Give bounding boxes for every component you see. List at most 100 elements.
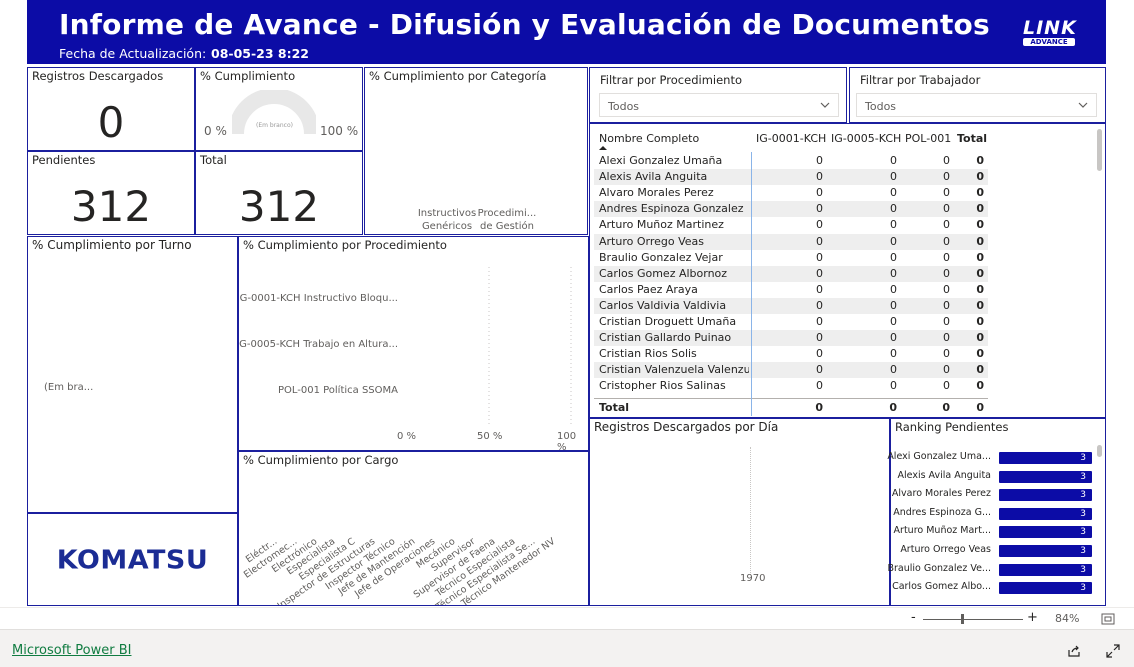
powerbi-viewer: Informe de Avance - Difusión y Evaluació…	[0, 0, 1134, 667]
table-row[interactable]: Cristian Rios Solis	[599, 347, 749, 360]
table-row[interactable]: Alvaro Morales Perez	[599, 186, 749, 199]
ranking-bar[interactable]: 3	[999, 545, 1092, 557]
cumplimiento-gauge-card[interactable]: % Cumplimiento (Em branco) 0 % 100 %	[195, 67, 363, 151]
pendientes-title: Pendientes	[32, 153, 96, 167]
total-cell: 0	[976, 401, 984, 414]
chevron-down-icon	[820, 102, 830, 108]
ranking-bar-value: 3	[1080, 546, 1086, 556]
cumplimiento-procedimiento-chart[interactable]: % Cumplimiento por Procedimiento IG-0001…	[238, 236, 589, 451]
table-row[interactable]: Arturo Orrego Veas	[599, 235, 749, 248]
table-cell: 0	[890, 154, 897, 167]
table-cell: 0	[816, 154, 823, 167]
table-cell: 0	[816, 347, 823, 361]
ranking-bar[interactable]: 3	[999, 582, 1092, 595]
procedimiento-bar-label: IG-0001-KCH Instructivo Bloqu...	[238, 293, 398, 304]
x-axis-tick: 50 %	[477, 431, 503, 442]
table-row[interactable]: Cristopher Rios Salinas	[599, 379, 749, 392]
ranking-bar[interactable]: 3	[999, 470, 1092, 483]
komatsu-logo: KOMATSU	[56, 545, 209, 576]
cumplimiento-turno-chart[interactable]: % Cumplimiento por Turno (Em bra...	[27, 236, 238, 513]
table-cell: 0	[890, 298, 897, 312]
total-value: 312	[238, 182, 320, 231]
cumplimiento-cargo-chart[interactable]: % Cumplimiento por Cargo Eléctr... Electr…	[238, 451, 589, 606]
table-cell: 0	[816, 363, 823, 377]
table-row[interactable]: Alexi Gonzalez Umaña	[599, 154, 749, 167]
table-cell: 0	[976, 315, 984, 328]
registros-por-dia-chart[interactable]: Registros Descargados por Día 1970	[589, 418, 890, 606]
zoom-slider-thumb[interactable]	[961, 614, 964, 624]
procedimiento-slicer-title: Filtrar por Procedimiento	[600, 73, 742, 87]
trabajador-slicer[interactable]: Filtrar por Trabajador Todos	[849, 67, 1106, 123]
table-row[interactable]: Cristian Valenzuela Valenzuela	[599, 363, 749, 376]
gauge-max-label: 100 %	[320, 124, 359, 138]
ranking-bar[interactable]: 3	[999, 489, 1092, 502]
pendientes-card[interactable]: Pendientes 312	[27, 151, 195, 235]
table-cell: 0	[890, 170, 897, 184]
report-canvas: Informe de Avance - Difusión y Evaluació…	[0, 0, 1134, 607]
registros-descargados-card[interactable]: Registros Descargados 0	[27, 67, 195, 151]
total-divider	[594, 398, 988, 399]
table-cell: 0	[976, 202, 984, 216]
table-cell: 0	[890, 347, 897, 361]
procedimiento-dropdown[interactable]: Todos	[599, 93, 839, 117]
table-row[interactable]: Cristian Droguett Umaña	[599, 315, 749, 328]
table-row[interactable]: Braulio Gonzalez Vejar	[599, 251, 749, 264]
total-row-label: Total	[599, 401, 630, 414]
column-header-ig0001[interactable]: IG-0001-KCH	[756, 132, 826, 145]
pendientes-value: 312	[70, 182, 152, 231]
category-label-line: de Gestión	[480, 221, 534, 232]
table-cell: 0	[890, 282, 897, 296]
procedimiento-slicer[interactable]: Filtrar por Procedimiento Todos	[589, 67, 847, 123]
table-cell: 0	[976, 170, 984, 184]
share-icon[interactable]	[1067, 644, 1081, 658]
column-header-ig0005[interactable]: IG-0005-KCH	[831, 132, 901, 145]
fullscreen-icon[interactable]	[1106, 644, 1120, 658]
table-cell: 0	[816, 331, 823, 345]
table-cell: 0	[816, 186, 823, 200]
table-cell: 0	[816, 202, 823, 216]
column-header-nombre[interactable]: Nombre Completo	[599, 132, 699, 145]
table-row[interactable]: Arturo Muñoz Martinez	[599, 218, 749, 231]
zoom-out-button[interactable]: -	[911, 610, 916, 625]
table-cell: 0	[890, 315, 897, 328]
ranking-bar-value: 3	[1080, 490, 1086, 501]
table-cell: 0	[976, 379, 984, 393]
update-date-label: Fecha de Actualización:	[59, 46, 207, 61]
table-cell: 0	[890, 202, 897, 216]
table-cell: 0	[976, 218, 984, 232]
fit-to-page-icon[interactable]	[1101, 613, 1115, 625]
total-card[interactable]: Total 312	[195, 151, 363, 235]
table-row[interactable]: Alexis Avila Anguita	[599, 170, 749, 183]
day-gridline	[750, 447, 751, 575]
ranking-bar[interactable]: 3	[999, 507, 1092, 520]
report-header: Informe de Avance - Difusión y Evaluació…	[27, 0, 1106, 66]
update-date-value: 08-05-23 8:22	[211, 46, 310, 61]
zoom-toolbar: - + 84%	[0, 607, 1134, 629]
ranking-bar[interactable]: 3	[999, 526, 1092, 539]
zoom-slider-track[interactable]	[923, 619, 1023, 620]
table-row[interactable]: Carlos Valdivia Valdivia	[599, 299, 749, 312]
table-row[interactable]: Andres Espinoza Gonzalez	[599, 202, 749, 215]
microsoft-powerbi-link[interactable]: Microsoft Power BI	[12, 643, 131, 658]
cumplimiento-categoria-chart[interactable]: % Cumplimiento por Categoría Instructivo…	[364, 67, 588, 235]
column-divider	[751, 152, 752, 416]
column-header-pol001[interactable]: POL-001	[905, 132, 951, 145]
zoom-in-button[interactable]: +	[1027, 610, 1038, 625]
column-header-total[interactable]: Total	[957, 132, 987, 145]
ranking-bar[interactable]: 3	[999, 452, 1092, 464]
table-row[interactable]: Cristian Gallardo Puinao	[599, 331, 749, 344]
ranking-scrollbar[interactable]	[1097, 445, 1102, 457]
ranking-item-label: Alexi Gonzalez Uma...	[887, 451, 991, 462]
table-cell: 0	[816, 170, 823, 184]
procedimiento-bar-label: POL-001 Política SSOMA	[277, 385, 398, 396]
table-cell: 0	[976, 331, 984, 345]
table-cell: 0	[976, 282, 984, 296]
trabajador-dropdown[interactable]: Todos	[856, 93, 1097, 117]
category-label-line: Instructivos	[417, 208, 477, 219]
table-row[interactable]: Carlos Paez Araya	[599, 283, 749, 296]
category-label-line: Genéricos	[421, 221, 473, 232]
table-cell: 0	[976, 234, 984, 248]
table-scrollbar[interactable]	[1097, 129, 1102, 171]
ranking-bar[interactable]: 3	[999, 563, 1092, 576]
table-row[interactable]: Carlos Gomez Albornoz	[599, 267, 749, 280]
